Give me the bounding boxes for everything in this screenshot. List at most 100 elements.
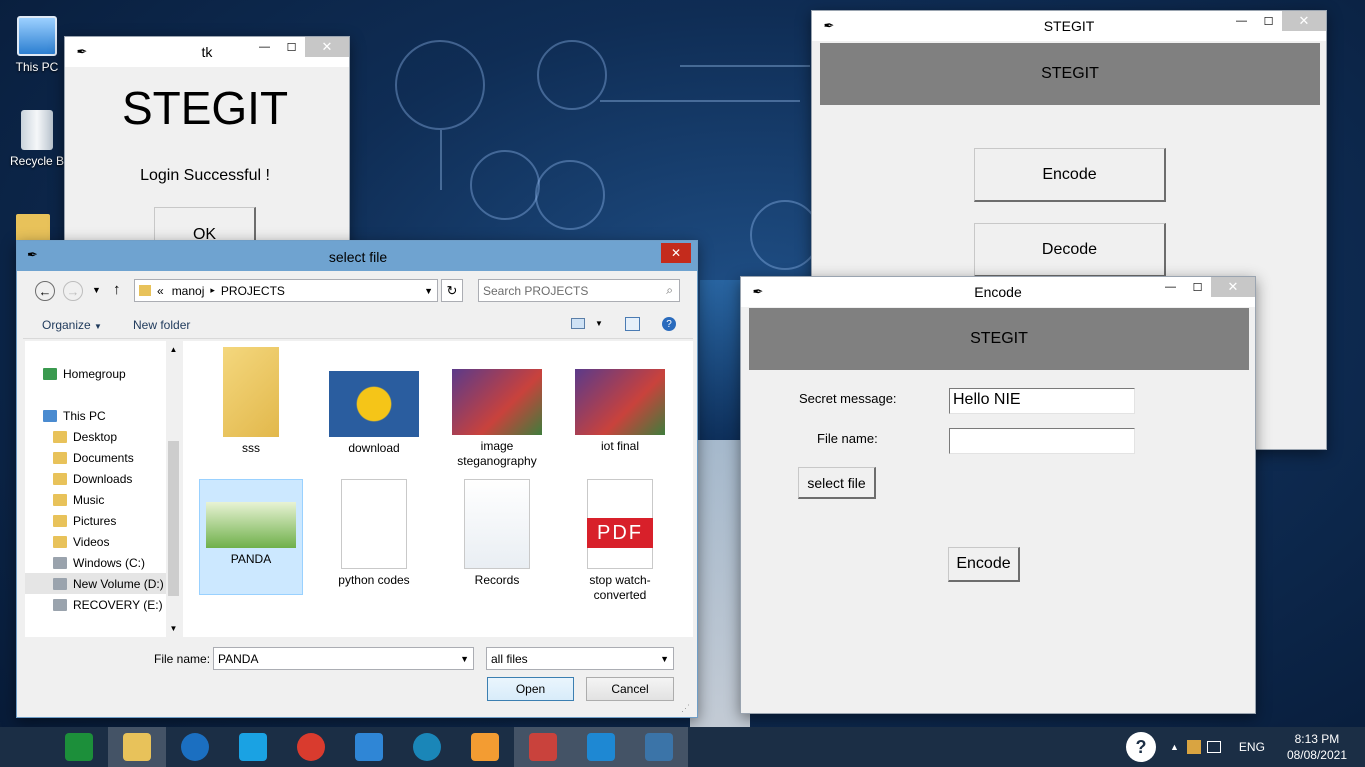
nav-scrollbar[interactable]: ▲ ▼	[166, 341, 181, 637]
taskbar-start-button[interactable]	[0, 727, 50, 767]
secret-message-input[interactable]: Hello NIE	[949, 388, 1135, 414]
close-button[interactable]: ✕	[1211, 277, 1255, 297]
file-item[interactable]: python codes	[322, 479, 426, 588]
breadcrumb-overflow[interactable]: «	[157, 284, 164, 298]
new-folder-button[interactable]: New folder	[133, 318, 190, 332]
nav-item[interactable]: Homegroup	[43, 363, 181, 384]
search-input[interactable]: Search PROJECTS ⌕	[478, 279, 680, 302]
decode-button[interactable]: Decode	[974, 223, 1166, 277]
desktop-icon-recycle-bin[interactable]: Recycle B	[2, 110, 72, 168]
language-indicator[interactable]: ENG	[1239, 740, 1265, 754]
taskbar-file-explorer-button[interactable]	[108, 727, 166, 767]
close-button[interactable]: ✕	[1282, 11, 1326, 31]
file-name-input[interactable]: PANDA ▼	[213, 647, 474, 670]
network-status-icon[interactable]	[1186, 740, 1201, 754]
powerpoint-icon	[529, 733, 557, 761]
taskbar-internet-explorer-button[interactable]	[340, 727, 398, 767]
feather-icon: ✒	[76, 44, 88, 59]
nav-item[interactable]: RECOVERY (E:)	[53, 594, 181, 615]
refresh-button[interactable]: ↻	[441, 279, 463, 302]
nav-item[interactable]: Pictures	[53, 510, 181, 531]
file-item[interactable]: Records	[445, 479, 549, 588]
dialog-title: select file	[328, 249, 388, 265]
file-item-label: download	[348, 441, 400, 455]
toolbar	[23, 311, 693, 339]
nav-item-label: Music	[73, 492, 105, 507]
scroll-down-icon[interactable]: ▼	[166, 624, 181, 633]
open-button[interactable]: Open	[487, 677, 574, 701]
breadcrumb-item[interactable]: PROJECTS	[221, 284, 285, 298]
title-bar[interactable]: ✒ tk — ☐ ✕	[65, 37, 349, 67]
nav-item[interactable]: Desktop	[53, 426, 181, 447]
taskbar-hp-button[interactable]	[166, 727, 224, 767]
file-type-select[interactable]: all files ▼	[486, 647, 674, 670]
close-button[interactable]: ✕	[305, 37, 349, 57]
display-icon[interactable]	[1206, 741, 1221, 753]
navigation-pane[interactable]: Homegroup This PC Desktop Documents Download…	[25, 341, 181, 637]
nav-item[interactable]: New Volume (D:)	[25, 573, 174, 594]
taskbar-chrome-button[interactable]	[282, 727, 340, 767]
nav-item[interactable]: Music	[53, 489, 181, 510]
help-icon[interactable]: ?	[1126, 732, 1156, 762]
cancel-button[interactable]: Cancel	[586, 677, 674, 701]
maximize-button[interactable]: ☐	[1184, 277, 1211, 297]
file-item[interactable]: image steganography	[445, 347, 549, 469]
secret-message-label: Secret message:	[799, 391, 897, 406]
file-item[interactable]: sss	[199, 347, 303, 456]
chevron-down-icon[interactable]: ▼	[595, 319, 603, 328]
clock[interactable]: 8:13 PM 08/08/2021	[1287, 731, 1347, 763]
feather-icon: ✒	[823, 18, 835, 33]
file-item[interactable]: PANDA	[199, 479, 303, 595]
taskbar-powerpoint-button[interactable]	[514, 727, 572, 767]
nav-item-label: Homegroup	[63, 366, 126, 381]
nav-item[interactable]: This PC	[43, 405, 181, 426]
file-item[interactable]: iot final	[568, 347, 672, 454]
taskbar-rocket-button[interactable]	[224, 727, 282, 767]
folder-icon	[139, 285, 151, 296]
nav-item[interactable]: Videos	[53, 531, 181, 552]
chevron-down-icon[interactable]: ▼	[460, 654, 469, 664]
encode-submit-button[interactable]: Encode	[948, 547, 1020, 582]
taskbar-media-button[interactable]	[456, 727, 514, 767]
system-tray: ? ▲ ENG 8:13 PM 08/08/2021	[1126, 727, 1365, 767]
back-button[interactable]: ←	[35, 281, 55, 301]
title-bar[interactable]: ✒ Encode — ☐ ✕	[741, 277, 1255, 307]
minimize-button[interactable]: —	[1157, 277, 1184, 297]
edge-icon	[413, 733, 441, 761]
pdf-icon: PDF	[587, 479, 653, 569]
up-button[interactable]: ↑	[113, 281, 121, 298]
nav-item[interactable]: Downloads	[53, 468, 181, 489]
preview-pane-icon[interactable]	[625, 317, 640, 331]
file-item[interactable]: download	[322, 347, 426, 456]
nav-item[interactable]: Documents	[53, 447, 181, 468]
breadcrumb-item[interactable]: manoj	[172, 284, 205, 298]
folder-icon	[53, 472, 67, 485]
resize-grip-icon[interactable]: ⋰	[681, 703, 690, 714]
forward-button[interactable]: →	[63, 281, 83, 301]
select-file-button[interactable]: select file	[798, 467, 876, 499]
file-item[interactable]: PDF stop watch-converted	[568, 479, 672, 603]
help-icon[interactable]: ?	[662, 317, 676, 331]
organize-button[interactable]: Organize ▼	[42, 318, 102, 332]
taskbar-store-button[interactable]	[50, 727, 108, 767]
minimize-button[interactable]: —	[1228, 11, 1255, 31]
show-hidden-icons-icon[interactable]: ▲	[1170, 742, 1179, 752]
minimize-button[interactable]: —	[251, 37, 278, 57]
maximize-button[interactable]: ☐	[278, 37, 305, 57]
file-name-input[interactable]	[949, 428, 1135, 454]
view-options-icon[interactable]	[571, 318, 585, 329]
taskbar-edge-button[interactable]	[398, 727, 456, 767]
scroll-up-icon[interactable]: ▲	[166, 345, 181, 354]
recent-locations-icon[interactable]: ▼	[92, 285, 101, 295]
scroll-thumb[interactable]	[168, 441, 179, 596]
maximize-button[interactable]: ☐	[1255, 11, 1282, 31]
taskbar-vscode-button[interactable]	[572, 727, 630, 767]
nav-item[interactable]: Windows (C:)	[53, 552, 181, 573]
title-bar[interactable]: ✒ STEGIT — ☐ ✕	[812, 11, 1326, 41]
taskbar-python-button[interactable]	[630, 727, 688, 767]
close-button[interactable]: ✕	[661, 243, 691, 263]
address-bar[interactable]: « manoj ▸ PROJECTS ▼	[134, 279, 438, 302]
desktop-icon-this-pc[interactable]: This PC	[2, 16, 72, 74]
encode-button[interactable]: Encode	[974, 148, 1166, 202]
chevron-down-icon[interactable]: ▼	[424, 286, 433, 296]
